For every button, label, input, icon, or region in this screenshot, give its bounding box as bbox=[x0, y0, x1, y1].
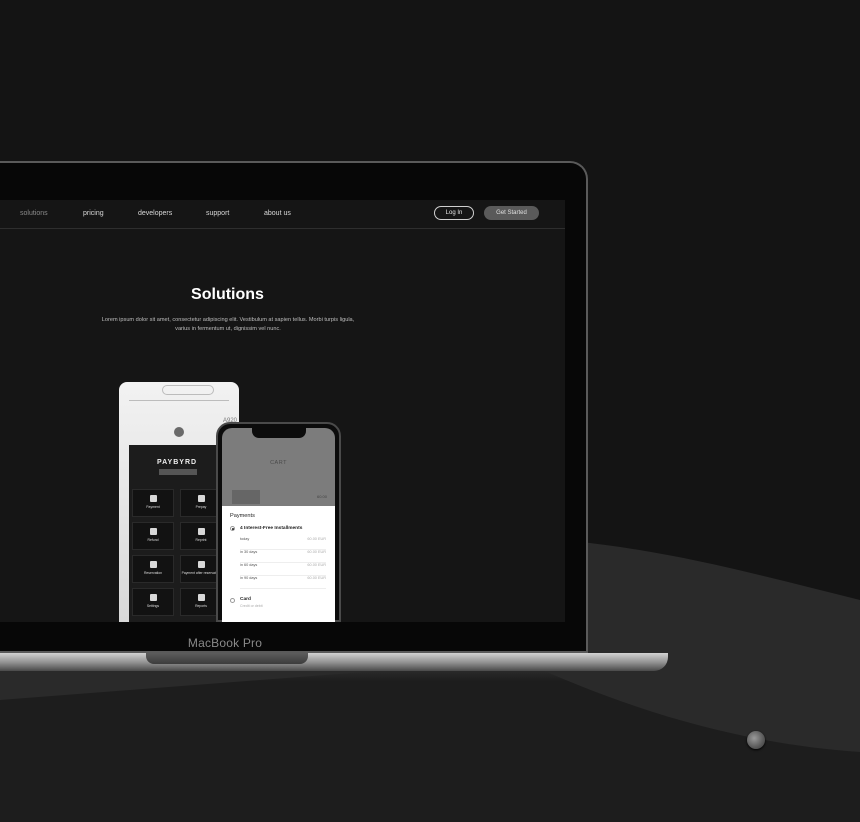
gear-icon bbox=[149, 594, 157, 601]
installment-amount: 60.00 EUR bbox=[307, 537, 326, 541]
nav-support[interactable]: support bbox=[206, 210, 229, 217]
tile-label: Reports bbox=[195, 604, 207, 608]
card-radio bbox=[230, 598, 235, 603]
phone-screen: CART 60.00 Payments 4 Interest-Free Inst… bbox=[222, 428, 335, 622]
laptop-model-label: MacBook Pro bbox=[187, 636, 263, 650]
paybyrd-logo: PAYBYRD bbox=[157, 459, 198, 466]
tile-label: Refund bbox=[147, 538, 159, 542]
tile-label: Payment after reservation bbox=[181, 571, 221, 575]
reservation-icon bbox=[149, 561, 157, 568]
card-slot bbox=[162, 385, 214, 395]
tile-label: Reservation bbox=[143, 571, 163, 575]
tile-label: Payment bbox=[146, 505, 160, 509]
nav-pricing[interactable]: pricing bbox=[83, 210, 104, 217]
installments-label: 4 Interest-Free Installments bbox=[240, 526, 303, 531]
phone-image: CART 60.00 Payments 4 Interest-Free Inst… bbox=[216, 422, 341, 622]
installment-when: in 60 days bbox=[240, 563, 258, 567]
tile-label: Reprint bbox=[195, 538, 207, 542]
decorative-dot bbox=[747, 731, 765, 749]
login-button[interactable]: Log In bbox=[434, 206, 474, 220]
laptop-shadow bbox=[0, 671, 660, 681]
prepay-icon bbox=[197, 495, 205, 502]
terminal-top bbox=[129, 382, 229, 401]
tile-label: Settings bbox=[146, 604, 160, 608]
laptop-notch bbox=[146, 653, 308, 664]
installment-amount: 60.00 EUR bbox=[307, 576, 326, 580]
camera-icon bbox=[174, 427, 184, 437]
installment-when: today bbox=[240, 537, 250, 541]
installments-radio bbox=[230, 526, 235, 531]
cart-price: 60.00 bbox=[316, 494, 327, 499]
reprint-icon bbox=[197, 528, 205, 535]
laptop-chin: MacBook Pro bbox=[0, 634, 586, 652]
payment-icon bbox=[149, 495, 157, 502]
navbar: solutions pricing developers support abo… bbox=[0, 200, 565, 229]
cart-item-thumbnail bbox=[232, 490, 260, 504]
installment-row: in 90 days 60.00 EUR bbox=[240, 576, 326, 589]
tile-label: Prepay bbox=[195, 505, 207, 509]
nav-developers[interactable]: developers bbox=[138, 210, 172, 217]
installment-amount: 60.00 EUR bbox=[307, 550, 326, 554]
installment-amount: 60.00 EUR bbox=[307, 563, 326, 567]
terminal-screen: PAYBYRD Payment Prepay Refund Reprint Re… bbox=[129, 445, 229, 622]
payments-sheet: Payments 4 Interest-Free Installments to… bbox=[222, 506, 335, 622]
installment-row: in 60 days 60.00 EUR bbox=[240, 563, 326, 576]
installment-row: in 30 days 60.00 EUR bbox=[240, 550, 326, 563]
nav-about-us[interactable]: about us bbox=[264, 210, 291, 217]
laptop-screen: solutions pricing developers support abo… bbox=[0, 200, 565, 622]
installment-row: today 60.00 EUR bbox=[240, 537, 326, 550]
card-label: Card bbox=[240, 597, 251, 602]
nav-solutions[interactable]: solutions bbox=[20, 210, 48, 217]
tile-settings: Settings bbox=[132, 588, 174, 616]
card-sublabel: Credit or debit bbox=[240, 604, 263, 608]
logo-bar bbox=[159, 469, 197, 475]
laptop-base bbox=[0, 653, 668, 671]
tile-payment: Payment bbox=[132, 489, 174, 517]
refund-icon bbox=[149, 528, 157, 535]
payments-title: Payments bbox=[230, 513, 255, 519]
payment-after-icon bbox=[197, 561, 205, 568]
phone-notch bbox=[252, 428, 306, 438]
installment-when: in 90 days bbox=[240, 576, 258, 580]
reports-icon bbox=[197, 594, 205, 601]
installment-when: in 30 days bbox=[240, 550, 258, 554]
tile-refund: Refund bbox=[132, 522, 174, 550]
get-started-button[interactable]: Get Started bbox=[484, 206, 539, 220]
page-subtitle: Lorem ipsum dolor sit amet, consectetur … bbox=[101, 317, 355, 332]
tile-reservation: Reservation bbox=[132, 555, 174, 583]
cart-title: CART bbox=[270, 460, 287, 466]
page-title: Solutions bbox=[191, 286, 264, 303]
